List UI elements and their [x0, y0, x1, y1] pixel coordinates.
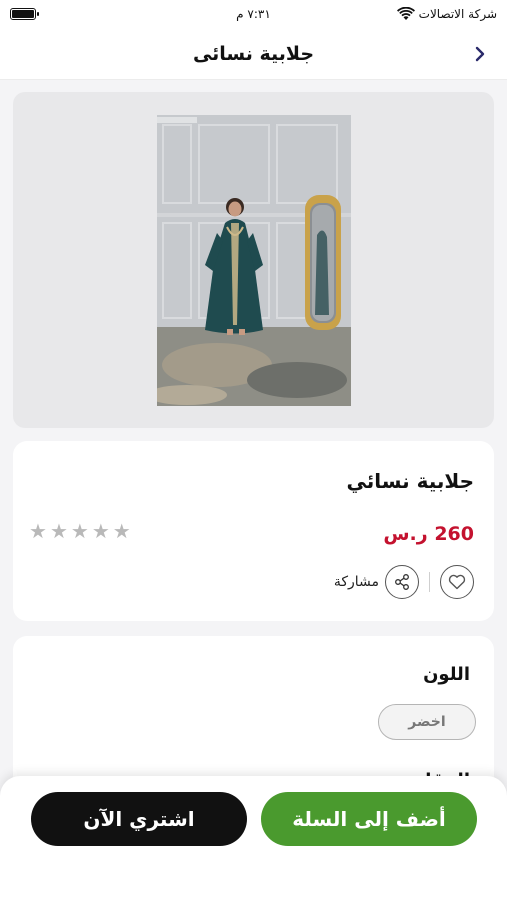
star-icon: ★: [91, 519, 110, 543]
product-name: جلابية نسائي: [346, 469, 474, 493]
share-button[interactable]: مشاركة: [334, 565, 419, 599]
divider: [429, 572, 430, 592]
product-actions: مشاركة: [334, 565, 474, 599]
heart-icon: [448, 574, 466, 590]
color-section-title: اللون: [423, 664, 470, 685]
favorite-button[interactable]: [440, 565, 474, 599]
product-info-card: جلابية نسائي 260 ر.س ★ ★ ★ ★ ★ مشاركة: [13, 441, 494, 621]
share-icon: [395, 574, 409, 590]
star-icon: ★: [70, 519, 89, 543]
bottom-action-bar: أضف إلى السلة اشتري الآن: [0, 776, 507, 900]
status-right: شركة الاتصالات: [396, 7, 497, 21]
carrier-name: شركة الاتصالات: [418, 7, 497, 21]
product-photo[interactable]: [156, 114, 351, 406]
star-icon: ★: [49, 519, 68, 543]
product-image-card: [13, 92, 494, 428]
battery-icon: [10, 8, 39, 20]
add-to-cart-button[interactable]: أضف إلى السلة: [261, 792, 477, 846]
back-button[interactable]: [469, 42, 491, 66]
page-title: جلابية نسائى: [192, 42, 315, 65]
product-price: 260 ر.س: [383, 523, 474, 545]
star-icon: ★: [112, 519, 131, 543]
color-option-chip[interactable]: اخضر: [378, 704, 476, 740]
status-left: [10, 8, 39, 20]
rating-stars: ★ ★ ★ ★ ★: [29, 521, 131, 541]
share-label: مشاركة: [333, 574, 379, 590]
chevron-right-icon: [475, 46, 485, 62]
buy-now-button[interactable]: اشتري الآن: [31, 792, 247, 846]
status-bar: ٧:٣١ م شركة الاتصالات: [0, 0, 507, 28]
status-time: ٧:٣١ م: [236, 7, 271, 21]
star-icon: ★: [29, 519, 47, 543]
wifi-icon: [396, 7, 415, 20]
share-icon-wrap: [385, 565, 419, 599]
navigation-bar: جلابية نسائى: [0, 28, 507, 80]
product-image: [156, 114, 351, 406]
